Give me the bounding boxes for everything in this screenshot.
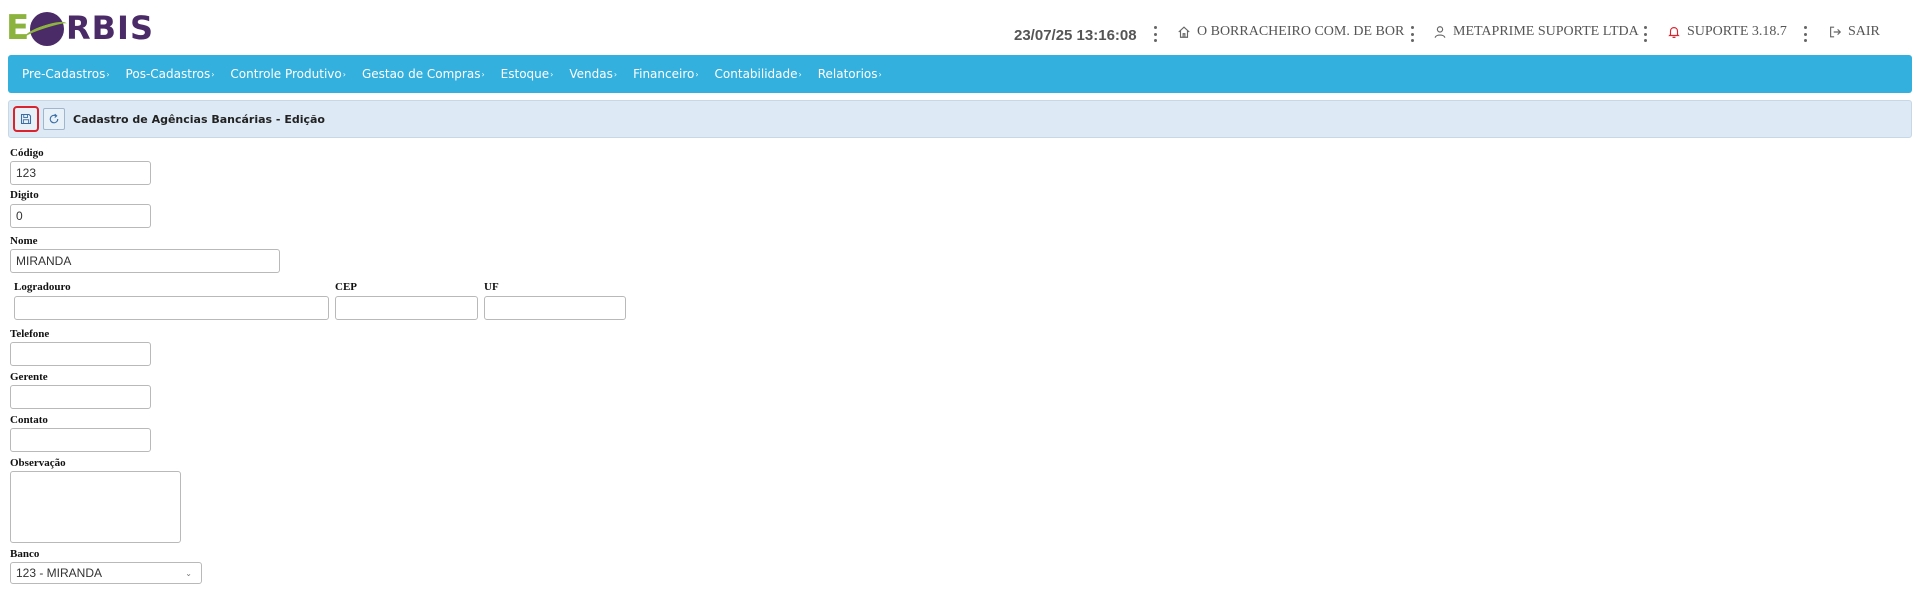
logo-letter-e: E xyxy=(6,8,30,48)
uf-label: UF xyxy=(484,281,499,293)
nav-item-estoque[interactable]: Estoque› xyxy=(501,67,554,81)
header-user[interactable]: METAPRIME SUPORTE LTDA xyxy=(1433,24,1639,40)
form-toolbar: Cadastro de Agências Bancárias - Edição xyxy=(8,100,1912,138)
header-datetime: 23/07/25 13:16:08 xyxy=(1014,27,1137,44)
header-user-label: METAPRIME SUPORTE LTDA xyxy=(1453,24,1639,39)
nav-item-label: Estoque xyxy=(500,67,550,81)
cep-label: CEP xyxy=(335,281,357,293)
cep-field[interactable] xyxy=(335,296,478,320)
nome-label: Nome xyxy=(10,235,38,247)
header-support[interactable]: SUPORTE 3.18.7 xyxy=(1667,24,1787,40)
chevron-down-icon: ⌄ xyxy=(185,568,192,578)
gerente-label: Gerente xyxy=(10,371,48,383)
chevron-right-icon: › xyxy=(550,70,554,79)
logradouro-label: Logradouro xyxy=(14,281,71,293)
observacao-label: Observação xyxy=(10,457,66,469)
logo-letters-rbis: RBIS xyxy=(66,9,154,47)
nav-item-gestao-de-compras[interactable]: Gestao de Compras› xyxy=(362,67,485,81)
home-icon xyxy=(1178,26,1190,38)
nav-item-label: Vendas xyxy=(569,67,613,81)
telefone-field[interactable] xyxy=(10,342,151,366)
nav-item-label: Financeiro xyxy=(633,67,695,81)
kebab-menu-icon[interactable] xyxy=(1643,26,1647,42)
nav-item-label: Pre-Cadastros xyxy=(22,67,106,81)
nav-item-controle-produtivo[interactable]: Controle Produtivo› xyxy=(230,67,346,81)
refresh-icon xyxy=(49,113,59,124)
save-icon xyxy=(20,113,32,125)
banco-label: Banco xyxy=(10,548,40,560)
digito-field[interactable] xyxy=(10,204,151,228)
header-support-label: SUPORTE 3.18.7 xyxy=(1687,24,1787,39)
nav-item-contabilidade[interactable]: Contabilidade› xyxy=(715,67,802,81)
logout-button[interactable]: SAIR xyxy=(1828,24,1880,40)
header: E RBIS 23/07/25 13:16:08 O BORRACHEIRO C… xyxy=(0,0,1919,55)
gerente-field[interactable] xyxy=(10,385,151,409)
nav-item-pre-cadastros[interactable]: Pre-Cadastros› xyxy=(22,67,110,81)
logradouro-field[interactable] xyxy=(14,296,329,320)
chevron-right-icon: › xyxy=(342,70,346,79)
logo-globe-icon xyxy=(30,12,64,46)
logout-label: SAIR xyxy=(1848,24,1880,39)
telefone-label: Telefone xyxy=(10,328,50,340)
contato-label: Contato xyxy=(10,414,48,426)
nav-item-pos-cadastros[interactable]: Pos-Cadastros› xyxy=(126,67,215,81)
chevron-right-icon: › xyxy=(481,70,485,79)
nav-item-vendas[interactable]: Vendas› xyxy=(569,67,617,81)
nav-item-label: Pos-Cadastros xyxy=(125,67,211,81)
chevron-right-icon: › xyxy=(695,70,699,79)
digito-label: Digito xyxy=(10,189,39,201)
nome-field[interactable] xyxy=(10,249,280,273)
kebab-menu-icon[interactable] xyxy=(1153,26,1157,42)
chevron-right-icon: › xyxy=(106,70,110,79)
nav-item-label: Controle Produtivo xyxy=(230,67,342,81)
save-button[interactable] xyxy=(13,106,39,132)
observacao-textarea[interactable] xyxy=(10,471,181,543)
bell-icon xyxy=(1668,27,1680,39)
uf-field[interactable] xyxy=(484,296,626,320)
codigo-field[interactable] xyxy=(10,161,151,185)
nav-item-label: Contabilidade xyxy=(714,67,798,81)
main-nav: Pre-Cadastros› Pos-Cadastros› Controle P… xyxy=(8,55,1912,93)
app-logo: E RBIS xyxy=(6,8,156,48)
nav-item-relatorios[interactable]: Relatorios› xyxy=(818,67,882,81)
contato-field[interactable] xyxy=(10,428,151,452)
user-icon xyxy=(1434,26,1446,38)
page-title: Cadastro de Agências Bancárias - Edição xyxy=(73,112,325,126)
kebab-menu-icon[interactable] xyxy=(1803,26,1807,42)
logout-icon xyxy=(1830,26,1842,38)
header-company-label: O BORRACHEIRO COM. DE BOR xyxy=(1197,24,1405,39)
chevron-right-icon: › xyxy=(613,70,618,79)
banco-selected-value: 123 - MIRANDA xyxy=(16,566,103,580)
refresh-button[interactable] xyxy=(43,108,65,130)
chevron-right-icon: › xyxy=(878,70,882,79)
nav-item-label: Relatorios xyxy=(817,67,878,81)
kebab-menu-icon[interactable] xyxy=(1410,26,1414,42)
nav-item-financeiro[interactable]: Financeiro› xyxy=(633,67,698,81)
nav-item-label: Gestao de Compras xyxy=(361,67,481,81)
chevron-right-icon: › xyxy=(798,70,802,79)
codigo-label: Código xyxy=(10,147,44,159)
banco-select[interactable]: 123 - MIRANDA ⌄ xyxy=(10,562,202,584)
chevron-right-icon: › xyxy=(211,70,215,79)
header-company[interactable]: O BORRACHEIRO COM. DE BOR xyxy=(1177,24,1404,40)
